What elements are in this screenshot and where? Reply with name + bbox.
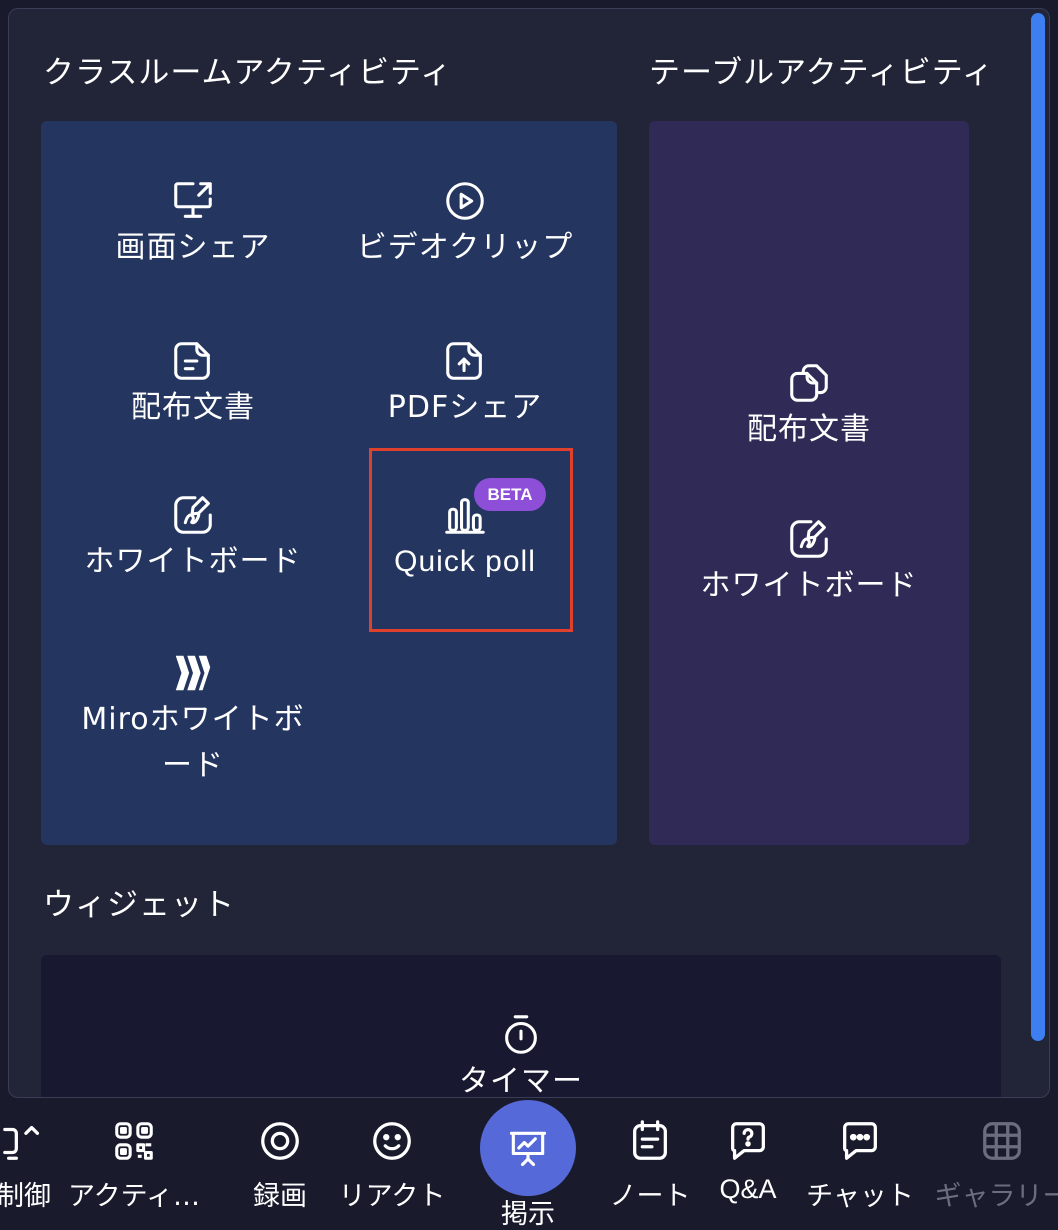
- whiteboard-icon: [169, 491, 217, 539]
- question-icon: [725, 1098, 771, 1184]
- record-icon: [257, 1098, 303, 1184]
- timer-tile[interactable]: タイマー: [441, 1011, 601, 1098]
- panel-scrollbar[interactable]: [1031, 13, 1045, 1041]
- timer-label: タイマー: [459, 1064, 583, 1098]
- activities-popup: クラスルームアクティビティ テーブルアクティビティ 画面シェア ビデオクリップ …: [8, 8, 1050, 1098]
- toolbar-control-button[interactable]: 制御: [0, 1098, 60, 1213]
- whiteboard-tile[interactable]: ホワイトボード: [75, 491, 311, 585]
- activity-qr-icon: [111, 1098, 157, 1184]
- toolbar-qa-button[interactable]: Q&A: [708, 1098, 788, 1205]
- toolbar-chat-label: チャット: [806, 1181, 914, 1212]
- documents-icon: [785, 359, 833, 407]
- grid-icon: [979, 1098, 1025, 1184]
- whiteboard-icon: [785, 515, 833, 563]
- chat-icon: [837, 1098, 883, 1184]
- bottom-toolbar: 制御 アクティ… 録画 リアクト 掲示 ノート Q&A チャット ギャラリー: [0, 1098, 1058, 1230]
- toolbar-present-label: 掲示: [501, 1199, 555, 1230]
- document-icon: [169, 337, 217, 385]
- miro-whiteboard-tile[interactable]: Miroホワイトボード: [73, 649, 313, 789]
- whiteboard-label: ホワイトボード: [84, 544, 302, 579]
- toolbar-activity-button[interactable]: アクティ…: [60, 1098, 208, 1213]
- toolbar-notes-label: ノート: [609, 1181, 691, 1212]
- miro-whiteboard-label: Miroホワイトボード: [81, 702, 305, 783]
- toolbar-qa-label: Q&A: [719, 1174, 777, 1204]
- widgets-title: ウィジェット: [43, 887, 235, 923]
- table-whiteboard-label: ホワイトボード: [700, 568, 918, 603]
- app-screen: クラスルームアクティビティ テーブルアクティビティ 画面シェア ビデオクリップ …: [0, 0, 1058, 1230]
- screen-share-icon: [169, 177, 217, 225]
- toolbar-chat-button[interactable]: チャット: [800, 1098, 920, 1213]
- toolbar-gallery-button[interactable]: ギャラリー: [932, 1098, 1058, 1213]
- table-activities-title: テーブルアクティビティ: [649, 55, 994, 91]
- toolbar-activity-label: アクティ…: [67, 1181, 201, 1212]
- video-play-icon: [441, 177, 489, 225]
- classroom-activities-title: クラスルームアクティビティ: [43, 55, 453, 91]
- toolbar-present-button[interactable]: 掲示: [470, 1098, 586, 1230]
- toolbar-control-label: 制御: [0, 1181, 51, 1212]
- miro-logo-icon: [169, 649, 217, 697]
- timer-icon: [497, 1011, 545, 1059]
- presentation-icon: [509, 1131, 547, 1167]
- beta-badge: BETA: [474, 478, 546, 511]
- toolbar-record-label: 録画: [253, 1181, 307, 1212]
- toolbar-react-label: リアクト: [338, 1181, 446, 1212]
- notes-icon: [627, 1098, 673, 1184]
- pdf-share-tile[interactable]: PDFシェア: [365, 337, 565, 431]
- screen-share-tile[interactable]: 画面シェア: [101, 177, 285, 271]
- table-activities-card: [649, 121, 969, 845]
- pdf-share-label: PDFシェア: [387, 390, 543, 425]
- table-handout-label: 配布文書: [747, 412, 871, 447]
- handout-label: 配布文書: [131, 390, 255, 425]
- pdf-upload-icon: [441, 337, 489, 385]
- handout-tile[interactable]: 配布文書: [101, 337, 285, 431]
- control-icon: [0, 1098, 50, 1184]
- table-whiteboard-tile[interactable]: ホワイトボード: [691, 515, 927, 609]
- table-handout-tile[interactable]: 配布文書: [729, 359, 889, 453]
- toolbar-gallery-label: ギャラリー: [934, 1181, 1058, 1212]
- present-button-circle: [480, 1100, 576, 1196]
- screen-share-label: 画面シェア: [115, 230, 271, 265]
- toolbar-record-button[interactable]: 録画: [234, 1098, 326, 1213]
- video-clip-label: ビデオクリップ: [356, 230, 574, 265]
- toolbar-react-button[interactable]: リアクト: [332, 1098, 452, 1213]
- video-clip-tile[interactable]: ビデオクリップ: [345, 177, 585, 271]
- toolbar-notes-button[interactable]: ノート: [600, 1098, 700, 1213]
- smile-icon: [369, 1098, 415, 1184]
- quick-poll-highlight-frame: [369, 448, 573, 632]
